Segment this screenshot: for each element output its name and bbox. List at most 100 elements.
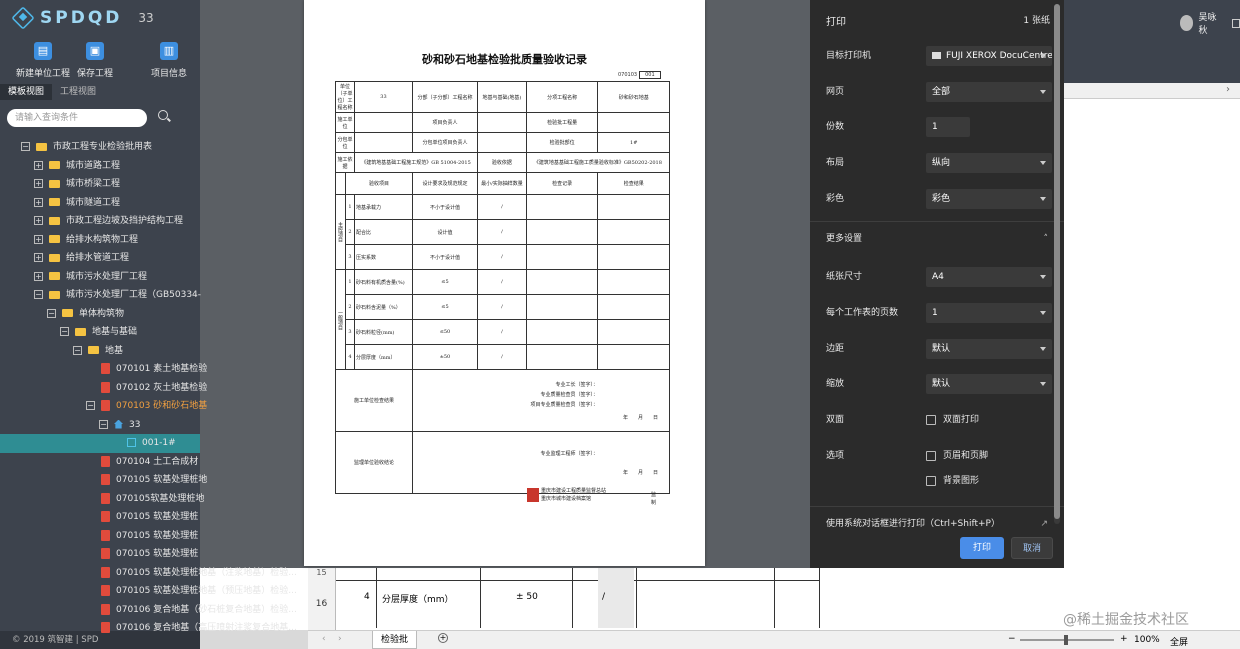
- print-button[interactable]: 打印: [960, 537, 1004, 559]
- more-settings[interactable]: 更多设置 ˄: [826, 229, 1052, 249]
- copies-input[interactable]: 1: [926, 117, 970, 137]
- chevron-down-icon: [1040, 90, 1046, 94]
- form-cell: 分部（子分部）工程名称: [411, 81, 479, 113]
- scrollbar[interactable]: [1054, 4, 1060, 524]
- tree-item[interactable]: 070105 软基处理桩地: [0, 471, 308, 490]
- collapse-icon[interactable]: −: [73, 345, 82, 355]
- duplex-checkbox[interactable]: [926, 415, 936, 425]
- fullscreen-button[interactable]: 全屏: [1170, 635, 1188, 648]
- cancel-button[interactable]: 取消: [1011, 537, 1053, 559]
- expand-icon[interactable]: +: [34, 197, 43, 207]
- form-cell: /: [477, 319, 527, 345]
- tree-item[interactable]: 070102 灰土地基检验: [0, 379, 308, 398]
- color-value: 彩色: [932, 194, 951, 204]
- color-select[interactable]: 彩色: [926, 189, 1052, 209]
- collapse-icon[interactable]: −: [60, 327, 69, 336]
- per-sheet-select[interactable]: 1: [926, 303, 1052, 323]
- watermark: @稀土掘金技术社区: [1063, 612, 1189, 628]
- tree-item[interactable]: 070105 软基处理桩: [0, 508, 308, 527]
- expand-icon[interactable]: +: [34, 179, 43, 188]
- tree-item[interactable]: 070105软基处理桩地: [0, 490, 308, 509]
- printer-label: 目标打印机: [826, 51, 872, 61]
- collapse-icon[interactable]: −: [47, 308, 56, 318]
- background-row: 背景图形: [826, 471, 1052, 491]
- zoom-slider-thumb[interactable]: [1064, 635, 1068, 645]
- tree-item[interactable]: 070106 复合地基（高压喷射注浆复合地基...: [0, 619, 308, 638]
- tree-item[interactable]: 070104 土工合成材: [0, 453, 308, 472]
- tree-item[interactable]: 070105 软基处理桩地基（预压地基）检验...: [0, 582, 308, 601]
- search-icon[interactable]: [158, 110, 168, 120]
- issuer: 重庆市建设工程质量监督总站 重庆市城市建设档案馆 监制: [527, 487, 656, 506]
- construction-signature: 专业工长（签字）： 专业质量检查员（签字）： 项目专业质量检查员（签字）：: [530, 382, 598, 408]
- tree-item[interactable]: + 城市污水处理厂工程: [0, 268, 308, 287]
- collapse-icon[interactable]: −: [86, 401, 95, 410]
- tree-item[interactable]: 001-1#: [0, 434, 200, 453]
- nav-right-icon[interactable]: ›: [338, 634, 342, 644]
- tree-item[interactable]: 070106 复合地基（砂石桩复合地基）检验...: [0, 601, 308, 620]
- doc-icon: [101, 455, 110, 467]
- expand-icon[interactable]: +: [34, 271, 43, 281]
- avatar[interactable]: [1180, 15, 1194, 31]
- add-sheet-icon[interactable]: +: [438, 633, 448, 643]
- tree-item[interactable]: − 单体构筑物: [0, 305, 308, 324]
- tree-item-label: 给排水管道工程: [66, 253, 130, 263]
- background-checkbox[interactable]: [926, 476, 936, 486]
- expand-icon[interactable]: +: [34, 253, 43, 262]
- tree-item[interactable]: − 地基与基础: [0, 323, 308, 342]
- form-row: 施工依据 《建筑地基基础工程施工规范》GB 51004-2015 验收依据 《建筑地基…: [335, 152, 671, 173]
- tree-item[interactable]: 070105 软基处理桩地基（注浆地基）检验...: [0, 564, 308, 583]
- shirt-icon[interactable]: [1232, 18, 1240, 28]
- tree-item[interactable]: + 城市道路工程: [0, 157, 308, 176]
- house-icon: [114, 419, 123, 429]
- tree-item[interactable]: + 城市隧道工程: [0, 194, 308, 213]
- collapse-icon[interactable]: −: [99, 419, 108, 429]
- chevron-right-icon[interactable]: ›: [1226, 84, 1230, 95]
- per-sheet-label: 每个工作表的页数: [826, 308, 899, 318]
- form-row: 3 砂石料粒径(mm) ≤50/: [336, 319, 670, 345]
- headers-checkbox[interactable]: [926, 451, 936, 461]
- tree-item[interactable]: − 城市污水处理厂工程（GB50334-: [0, 286, 308, 305]
- printer-select[interactable]: FUJI XEROX DocuCentre: [926, 46, 1052, 66]
- tree-item[interactable]: − 地基: [0, 342, 308, 361]
- expand-icon[interactable]: +: [34, 216, 43, 225]
- zoom-out-icon[interactable]: −: [1008, 634, 1016, 644]
- project-info-button[interactable]: ▥ 项目信息: [134, 42, 204, 79]
- sheet-tab[interactable]: 检验批: [372, 631, 418, 649]
- tree-item[interactable]: + 给排水构筑物工程: [0, 231, 308, 250]
- divider: [810, 506, 1064, 507]
- tree-item-label: 070106 复合地基（砂石桩复合地基）检验...: [116, 604, 297, 615]
- search-input[interactable]: 请输入查询条件: [7, 109, 147, 127]
- nav-left-icon[interactable]: ‹: [322, 634, 326, 644]
- document-code: 070103 001: [616, 71, 661, 79]
- tree-item[interactable]: − 33: [0, 416, 308, 435]
- form-rows: 4 分层厚度（mm） ± 50 /: [336, 568, 820, 628]
- layout-select[interactable]: 纵向: [926, 153, 1052, 173]
- system-dialog-link[interactable]: 使用系统对话框进行打印（Ctrl+Shift+P） ↗: [826, 514, 1048, 534]
- expand-icon[interactable]: +: [34, 160, 43, 170]
- tab-project-view[interactable]: 工程视图: [52, 84, 104, 100]
- form-row: 验收项目 设计要求及规范规定 最小/实际抽样数量 检查记录 检查结果: [335, 172, 670, 195]
- scale-select[interactable]: 默认: [926, 374, 1052, 394]
- tree-item[interactable]: + 城市桥梁工程: [0, 175, 308, 194]
- tree-item[interactable]: 070101 素土地基检验: [0, 360, 308, 379]
- tree-item[interactable]: 070105 软基处理桩: [0, 527, 308, 546]
- tree-item[interactable]: 070105 软基处理桩: [0, 545, 308, 564]
- doc-icon: [101, 381, 110, 393]
- expand-icon[interactable]: +: [34, 234, 43, 244]
- tab-template-view[interactable]: 模板视图: [0, 84, 53, 100]
- zoom-in-icon[interactable]: +: [1120, 634, 1128, 644]
- tree-item[interactable]: − 市政工程专业检验批用表: [0, 138, 308, 157]
- collapse-icon[interactable]: −: [21, 142, 30, 151]
- save-button[interactable]: ▣ 保存工程: [60, 42, 130, 79]
- scrollbar-thumb[interactable]: [1054, 4, 1060, 519]
- tree-item[interactable]: + 给排水管道工程: [0, 249, 308, 268]
- user-info[interactable]: 吴咏秋: [1180, 10, 1240, 36]
- paper-select[interactable]: A4: [926, 267, 1052, 287]
- tree-item[interactable]: − 070103 砂和砂石地基: [0, 397, 308, 416]
- pages-select[interactable]: 全部: [926, 82, 1052, 102]
- folder-icon: [49, 179, 60, 188]
- tree-item[interactable]: + 市政工程边坡及挡护结构工程: [0, 212, 308, 231]
- form-cell: [354, 132, 413, 153]
- collapse-icon[interactable]: −: [34, 290, 43, 299]
- margin-select[interactable]: 默认: [926, 339, 1052, 359]
